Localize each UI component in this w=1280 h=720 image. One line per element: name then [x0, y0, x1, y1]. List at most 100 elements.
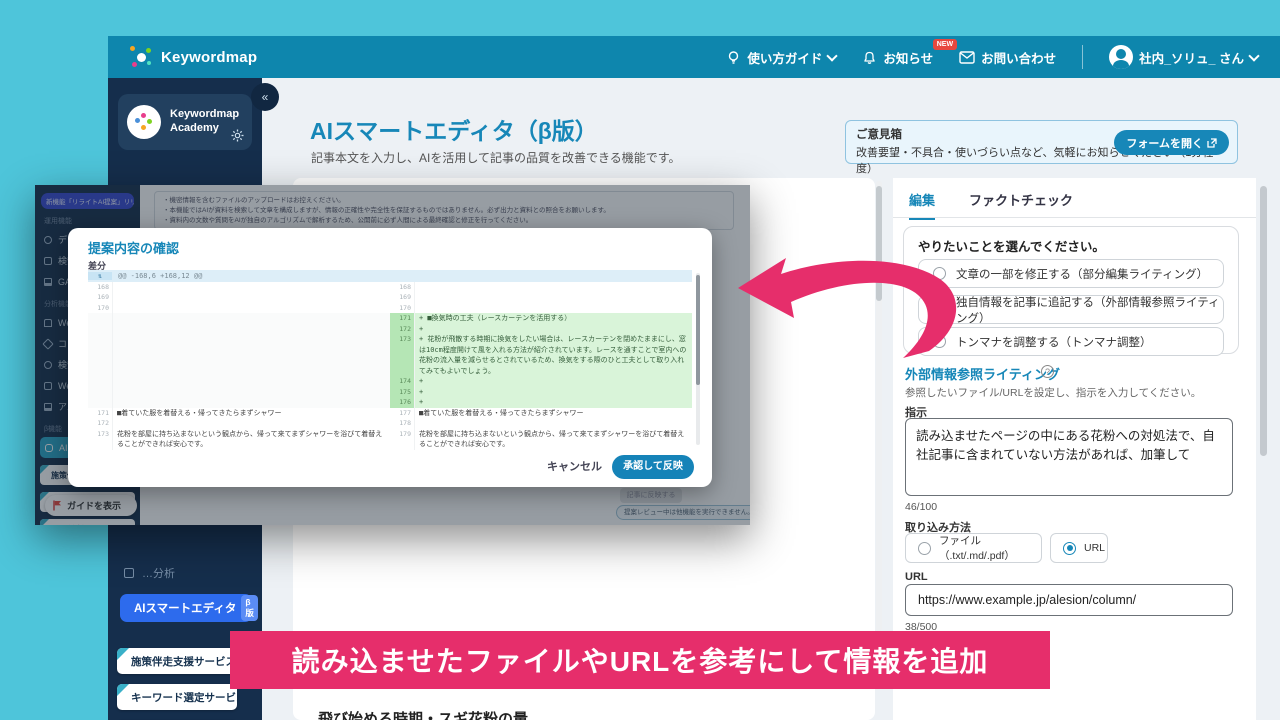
diff-cell: + [414, 376, 692, 387]
diff-cell [112, 282, 390, 292]
diff-cell: 173 [390, 334, 414, 376]
radio-icon [933, 303, 946, 316]
diff-added-row: 172+ [88, 324, 692, 335]
contact-menu[interactable]: お問い合わせ [959, 48, 1056, 67]
diff-cell: ■着ていた服を着替える・帰ってきたらまずシャワー [112, 408, 390, 419]
guide-menu[interactable]: 使い方ガイド [726, 48, 836, 67]
feedback-box: ご意見箱 改善要望・不具合・使いづらい点など、気軽にお知らせください（1分程度）… [845, 120, 1238, 164]
external-link-icon [1207, 138, 1217, 148]
top-header: Keywordmap 使い方ガイド お知らせ NEW お問い合わせ [108, 36, 1280, 78]
instruction-textarea[interactable]: 読み込ませたページの中にある花粉への対処法で、自社記事に含まれていない方法があれ… [905, 418, 1233, 496]
help-icon[interactable]: ? [1041, 365, 1054, 378]
proposal-confirm-modal: 提案内容の確認 差分 ⇅@@ -168,6 +168,12 @@16816816… [68, 228, 712, 487]
diff-cell [112, 334, 390, 376]
diff-cell [112, 376, 390, 387]
diff-cell: 178 [390, 418, 414, 428]
sidebar-service-button[interactable]: 施策伴走支援サービス [117, 648, 237, 674]
academy-line2: Academy [170, 122, 219, 134]
import-url-radio[interactable]: URL [1050, 533, 1108, 563]
article-heading: 飛び始める時期・スギ花粉の量 [318, 708, 528, 720]
diff-cell: 花粉を部屋に持ち込まないという観点から、帰って来てまずシャワーを浴びて着替えるこ… [112, 429, 390, 450]
import-file-radio[interactable]: ファイル（.txt/.md/.pdf） [905, 533, 1042, 563]
task-option-3[interactable]: トンマナを調整する（トンマナ調整） [918, 327, 1224, 356]
cancel-button[interactable]: キャンセル [547, 458, 602, 474]
header-divider [1082, 45, 1083, 69]
diff-added-row: 176+ [88, 397, 692, 408]
task-option-label: 文章の一部を修正する（部分編集ライティング） [956, 266, 1208, 282]
article-scrollbar-thumb[interactable] [876, 186, 882, 301]
tab-divider [893, 217, 1256, 218]
diff-cell [414, 418, 692, 428]
task-select-card: やりたいことを選んでください。 文章の一部を修正する（部分編集ライティング）独自… [903, 226, 1239, 354]
user-menu[interactable]: 社内_ソリュ_ さん [1109, 45, 1258, 69]
academy-line1: Keywordmap [170, 108, 239, 120]
diff-cell: + [414, 387, 692, 398]
diff-context-row: 169 169 [88, 292, 692, 302]
service-label: キーワード選定サービス [131, 690, 237, 705]
gear-icon[interactable] [231, 129, 244, 142]
sidebar-academy-card[interactable]: Keywordmap Academy [118, 94, 252, 150]
task-option-2[interactable]: 独自情報を記事に追記する（外部情報参照ライティング） [918, 295, 1224, 324]
diff-cell: 花粉を部屋に持ち込まないという観点から、帰って来てまずシャワーを浴びて着替えるこ… [414, 429, 692, 450]
diff-view: ⇅@@ -168,6 +168,12 @@1681681691691701701… [88, 270, 692, 450]
sidebar-item-clipped[interactable]: …分析 [124, 565, 175, 581]
sidebar-service-button[interactable]: キーワード選定サービス [117, 684, 237, 710]
url-input[interactable]: https://www.example.jp/alesion/column/ [905, 584, 1233, 616]
diff-cell: + [414, 397, 692, 408]
diff-cell: 171 [390, 313, 414, 324]
sidebar-item-ai-editor[interactable]: AIスマートエディタ β版 [120, 594, 252, 622]
clipped-label: …分析 [142, 565, 175, 581]
tab-fact-check[interactable]: ファクトチェック [969, 190, 1073, 220]
diff-context-row: 170 170 [88, 303, 692, 313]
diff-added-row: 171+ ■換気時の工夫（レースカーテンを活用する） [88, 313, 692, 324]
diff-cell: 175 [390, 387, 414, 398]
diff-cell [88, 313, 112, 324]
diff-cell: + ■換気時の工夫（レースカーテンを活用する） [414, 313, 692, 324]
radio-icon [933, 267, 946, 280]
page-subtitle: 記事本文を入力し、AIを活用して記事の品質を改善できる機能です。 [311, 149, 681, 166]
task-option-1[interactable]: 文章の一部を修正する（部分編集ライティング） [918, 259, 1224, 288]
diff-cell: 172 [390, 324, 414, 335]
diff-cell [88, 387, 112, 398]
diff-hunk-header: ⇅@@ -168,6 +168,12 @@ [88, 270, 692, 282]
diff-cell: 170 [390, 303, 414, 313]
keywordmap-logo[interactable]: Keywordmap [128, 44, 257, 70]
diff-cell [414, 303, 692, 313]
diff-cell: + 花粉が飛散する時期に換気をしたい場合は、レースカーテンを閉めたままにし、窓は… [414, 334, 692, 376]
diff-scrollbar-thumb[interactable] [696, 275, 700, 385]
chevron-down-icon [827, 50, 838, 61]
caption-text: 読み込ませたファイルやURLを参考にして情報を追加 [292, 640, 989, 680]
beta-badge: β版 [241, 595, 258, 621]
approve-button[interactable]: 承認して反映 [612, 455, 694, 479]
screenshot-overlay: 新機能「リライトAI提案」リリース 運用機能デイリーレポート検索順位GA/GS分… [35, 185, 750, 525]
academy-logo-icon [127, 105, 161, 139]
service-label: 施策伴走支援サービス [131, 654, 236, 669]
news-menu[interactable]: お知らせ NEW [862, 48, 933, 67]
diff-cell: 173 [88, 429, 112, 450]
panel-scrollbar-thumb[interactable] [1260, 186, 1267, 456]
diff-cell [112, 324, 390, 335]
radio-icon [933, 335, 946, 348]
radio-icon [1063, 542, 1076, 555]
diff-cell: 169 [88, 292, 112, 302]
user-name: 社内_ソリュ_ さん [1139, 48, 1244, 67]
guide-label: 使い方ガイド [747, 48, 822, 67]
open-form-button[interactable]: フォームを開く [1114, 130, 1229, 155]
expand-icon[interactable]: ⇅ [88, 272, 112, 280]
diff-cell: 170 [88, 303, 112, 313]
diff-cell: 172 [88, 418, 112, 428]
section-title: 外部情報参照ライティング [905, 364, 1060, 383]
news-label: お知らせ [883, 48, 933, 67]
sidebar-collapse-button[interactable]: « [251, 83, 279, 111]
chevron-down-icon [1248, 50, 1259, 61]
diff-context-row: 171■着ていた服を着替える・帰ってきたらまずシャワー177■着ていた服を着替え… [88, 408, 692, 419]
diff-cell: 174 [390, 376, 414, 387]
diff-cell: 169 [390, 292, 414, 302]
diff-cell [88, 376, 112, 387]
hunk-range: @@ -168,6 +168,12 @@ [112, 272, 202, 280]
task-option-label: 独自情報を記事に追記する（外部情報参照ライティング） [956, 294, 1223, 326]
new-badge: NEW [933, 39, 957, 50]
diff-cell: + [414, 324, 692, 335]
section-desc: 参照したいファイル/URLを設定し、指示を入力してください。 [905, 385, 1201, 400]
tab-edit[interactable]: 編集 [909, 190, 935, 220]
